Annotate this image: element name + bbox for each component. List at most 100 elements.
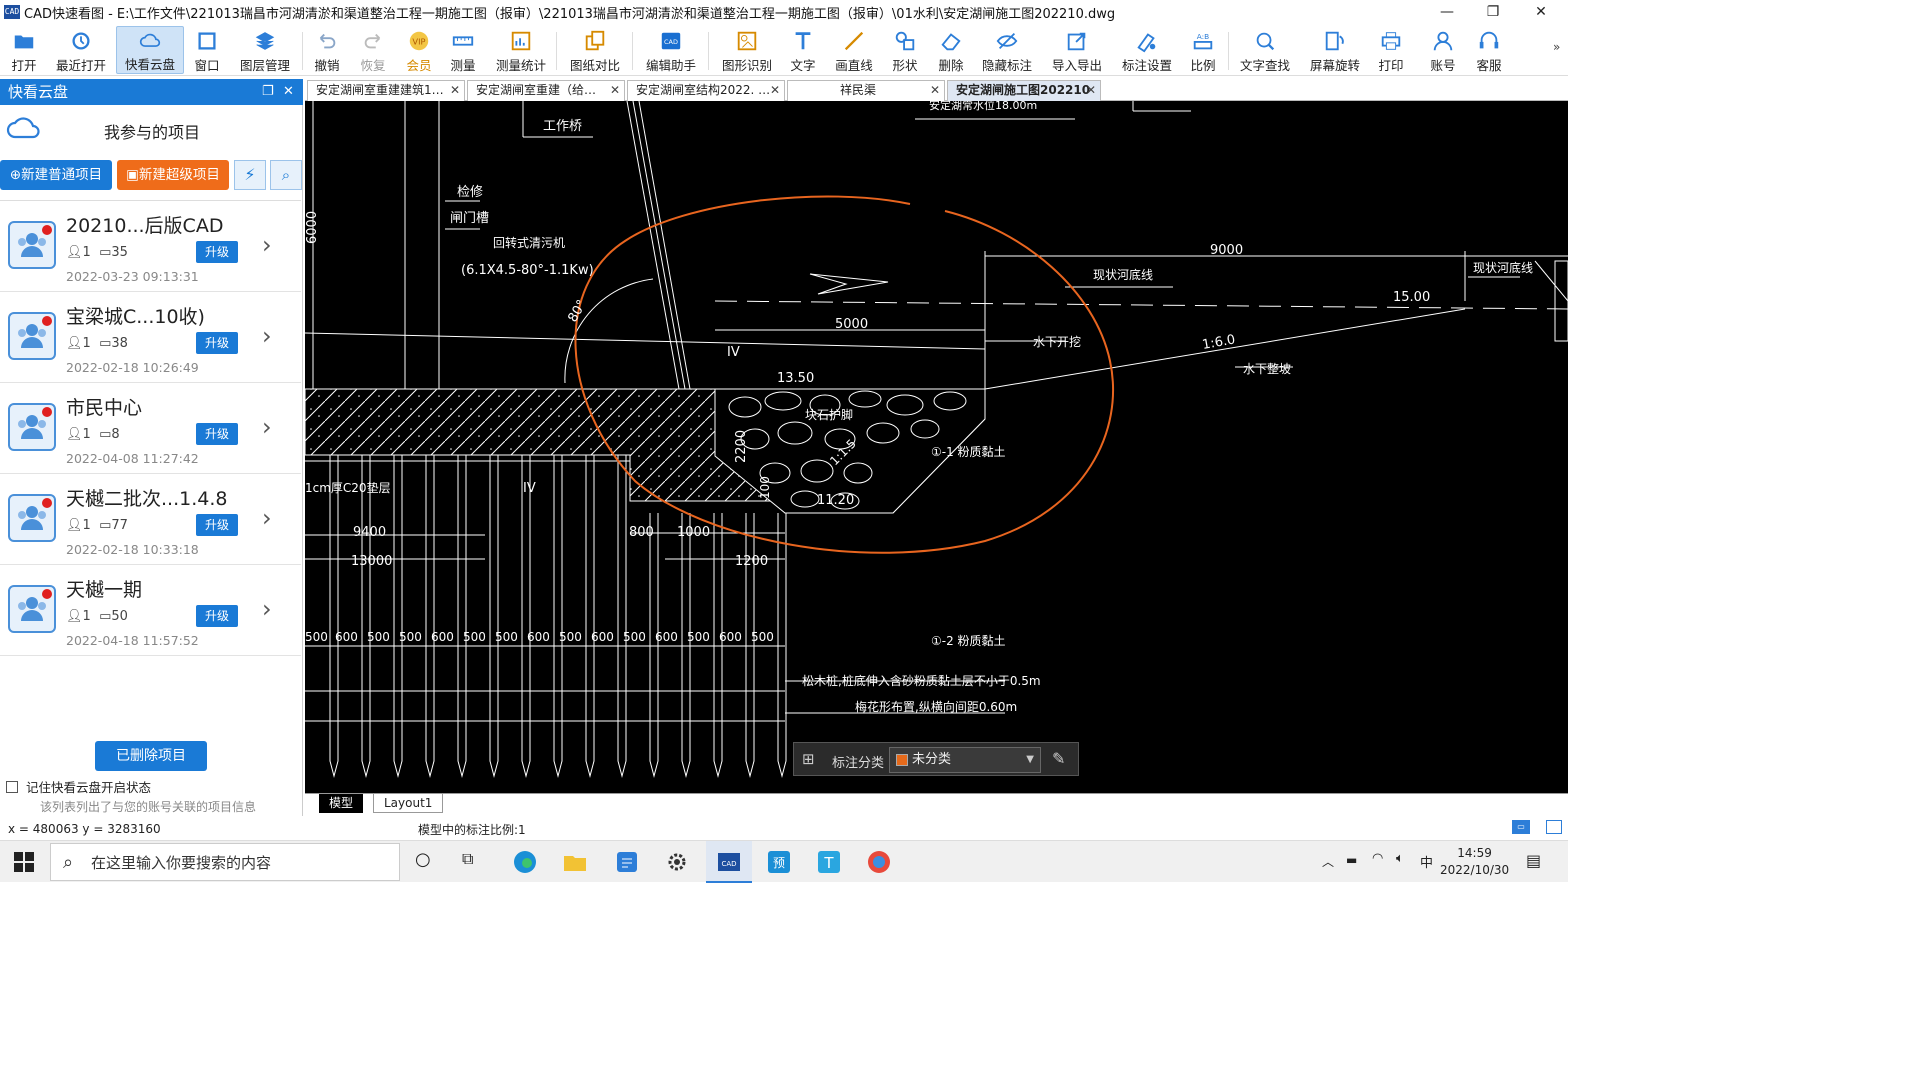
status-icon[interactable]: ▭	[1512, 820, 1530, 834]
taskbar-search-input[interactable]: ⌕ 在这里输入你要搜索的内容	[50, 843, 400, 881]
volume-icon[interactable]: 🔈︎	[1396, 851, 1404, 866]
annotation-category-select[interactable]: 未分类 ▼	[889, 747, 1041, 773]
customer-service-button[interactable]: 客服	[1474, 26, 1504, 74]
windows-start-icon[interactable]	[14, 852, 34, 872]
upgrade-button[interactable]: 升级	[196, 514, 238, 536]
open-button[interactable]: 打开	[6, 26, 42, 74]
cortana-icon[interactable]: ○	[415, 849, 431, 870]
cloud-icon	[139, 33, 161, 47]
browser-app-icon[interactable]	[866, 849, 892, 875]
cad-drawing[interactable]: 6000 工作桥 检修 闸门槽 回转式清污机 (6.1X4.5-80°-1.1K…	[305, 101, 1568, 793]
tab-close-icon[interactable]: ✕	[450, 81, 460, 100]
cad-app-taskbar-button[interactable]: CAD	[706, 841, 752, 883]
search-button[interactable]: ⌕	[270, 160, 302, 190]
chevron-right-icon[interactable]: ›	[262, 322, 272, 350]
project-item[interactable]: 天樾二批次...1.4.8 👤︎1 ▭77 升级 2022-02-18 10:3…	[0, 474, 301, 565]
annotation-settings-button[interactable]: 标注设置	[1120, 26, 1174, 74]
document-tab[interactable]: 安定湖闸室重建（给… ✕	[467, 80, 625, 101]
delete-button[interactable]: 删除	[936, 26, 966, 74]
line-button[interactable]: 画直线	[834, 26, 874, 74]
tab-close-icon[interactable]: ✕	[610, 81, 620, 100]
document-tab[interactable]: 安定湖闸室重建建筑1… ✕	[307, 80, 465, 101]
remember-state-checkbox[interactable]	[6, 780, 18, 793]
text-search-button[interactable]: 文字查找	[1238, 26, 1292, 74]
grid-icon[interactable]: ⊞	[802, 750, 815, 768]
folder-icon	[14, 35, 34, 49]
status-icon[interactable]	[1546, 820, 1562, 834]
remember-state-option[interactable]: 记住快看云盘开启状态	[6, 777, 151, 796]
recent-button[interactable]: 最近打开	[54, 26, 108, 74]
redo-button[interactable]: 恢复	[358, 26, 388, 74]
measure-stats-button[interactable]: 测量统计	[494, 26, 548, 74]
import-export-button[interactable]: 导入导出	[1050, 26, 1104, 74]
upgrade-button[interactable]: 升级	[196, 423, 238, 445]
project-item[interactable]: 天樾一期 👤︎1 ▭50 升级 2022-04-18 11:57:52 ›	[0, 565, 301, 656]
drawing-text: IV	[727, 345, 740, 360]
cloud-drive-button[interactable]: 快看云盘	[116, 26, 184, 74]
close-button[interactable]: ✕	[1518, 0, 1564, 24]
chevron-right-icon[interactable]: ›	[262, 595, 272, 623]
tab-close-icon[interactable]: ✕	[1086, 81, 1096, 100]
sync-button[interactable]: ⚡	[234, 160, 266, 190]
layout1-tab[interactable]: Layout1	[373, 794, 444, 813]
chevron-right-icon[interactable]: ›	[262, 231, 272, 259]
history-icon	[72, 32, 90, 50]
tab-close-icon[interactable]: ✕	[930, 81, 940, 100]
edit-icon[interactable]: ✎	[1052, 749, 1065, 768]
panel-close-icon[interactable]: ✕	[283, 79, 294, 105]
document-tab-active[interactable]: 安定湖闸施工图202210 ✕	[947, 80, 1101, 101]
layer-manager-button[interactable]: 图层管理	[238, 26, 292, 74]
tray-chevron-icon[interactable]: ︿	[1322, 853, 1334, 870]
new-super-project-button[interactable]: ▣新建超级项目	[117, 160, 229, 190]
window-button[interactable]: 窗口	[192, 26, 222, 74]
vip-button[interactable]: VIP 会员	[404, 26, 434, 74]
drawing-text: 1000	[677, 525, 710, 540]
drawing-canvas[interactable]: 6000 工作桥 检修 闸门槽 回转式清污机 (6.1X4.5-80°-1.1K…	[305, 101, 1568, 793]
task-view-icon[interactable]: ⧉	[462, 849, 473, 869]
hide-annotation-button[interactable]: 隐藏标注	[980, 26, 1034, 74]
battery-icon[interactable]: ▬	[1346, 853, 1357, 867]
project-meta: 👤︎1 ▭38	[66, 336, 128, 351]
compare-button[interactable]: 图纸对比	[568, 26, 622, 74]
notification-icon[interactable]: ▤	[1526, 851, 1541, 870]
upgrade-button[interactable]: 升级	[196, 241, 238, 263]
model-tab[interactable]: 模型	[319, 794, 364, 813]
taskbar-clock[interactable]: 14:59 2022/10/30	[1440, 845, 1509, 879]
panel-float-icon[interactable]: ❐	[262, 79, 274, 105]
minimize-button[interactable]: —	[1424, 0, 1470, 24]
toolbar-overflow-icon[interactable]: »	[1553, 40, 1560, 54]
project-item[interactable]: 20210...后版CAD 👤︎1 ▭35 升级 2022-03-23 09:1…	[0, 201, 301, 292]
print-button[interactable]: 打印	[1376, 26, 1406, 74]
ime-indicator[interactable]: 中	[1420, 852, 1433, 871]
toolbar-divider	[1228, 32, 1229, 70]
measure-button[interactable]: 测量	[448, 26, 478, 74]
scale-button[interactable]: A:B 比例	[1188, 26, 1218, 74]
rotate-screen-button[interactable]: 屏幕旋转	[1308, 26, 1362, 74]
maximize-button[interactable]: ❐	[1470, 0, 1516, 24]
pile-spacing-labels: 500 600 500 500 600 500 500 600 500 600 …	[305, 630, 774, 644]
document-tab[interactable]: 安定湖闸室结构2022. … ✕	[627, 80, 785, 101]
text-app-icon[interactable]: T	[816, 849, 842, 875]
chevron-right-icon[interactable]: ›	[262, 504, 272, 532]
deleted-projects-button[interactable]: 已删除项目	[95, 741, 207, 771]
file-explorer-icon[interactable]	[562, 849, 588, 875]
project-item[interactable]: 宝梁城C...10收) 👤︎1 ▭38 升级 2022-02-18 10:26:…	[0, 292, 301, 383]
account-button[interactable]: 账号	[1428, 26, 1458, 74]
new-normal-project-button[interactable]: ⊕新建普通项目	[0, 160, 112, 190]
upgrade-button[interactable]: 升级	[196, 332, 238, 354]
shapes-button[interactable]: 形状	[890, 26, 920, 74]
settings-gear-icon[interactable]	[664, 849, 690, 875]
preview-app-icon[interactable]: 预	[766, 849, 792, 875]
edit-assistant-button[interactable]: CAD 编辑助手	[644, 26, 698, 74]
upgrade-button[interactable]: 升级	[196, 605, 238, 627]
tab-close-icon[interactable]: ✕	[770, 81, 780, 100]
shape-recognition-button[interactable]: 图形识别	[720, 26, 774, 74]
document-tab[interactable]: 祥民渠 ✕	[787, 80, 945, 101]
chevron-right-icon[interactable]: ›	[262, 413, 272, 441]
undo-button[interactable]: 撤销	[312, 26, 342, 74]
notes-app-icon[interactable]	[614, 849, 640, 875]
wifi-icon[interactable]: ◠	[1372, 851, 1383, 866]
project-item[interactable]: 市民中心 👤︎1 ▭8 升级 2022-04-08 11:27:42 ›	[0, 383, 301, 474]
edge-browser-icon[interactable]	[512, 849, 538, 875]
text-button[interactable]: 文字	[788, 26, 818, 74]
